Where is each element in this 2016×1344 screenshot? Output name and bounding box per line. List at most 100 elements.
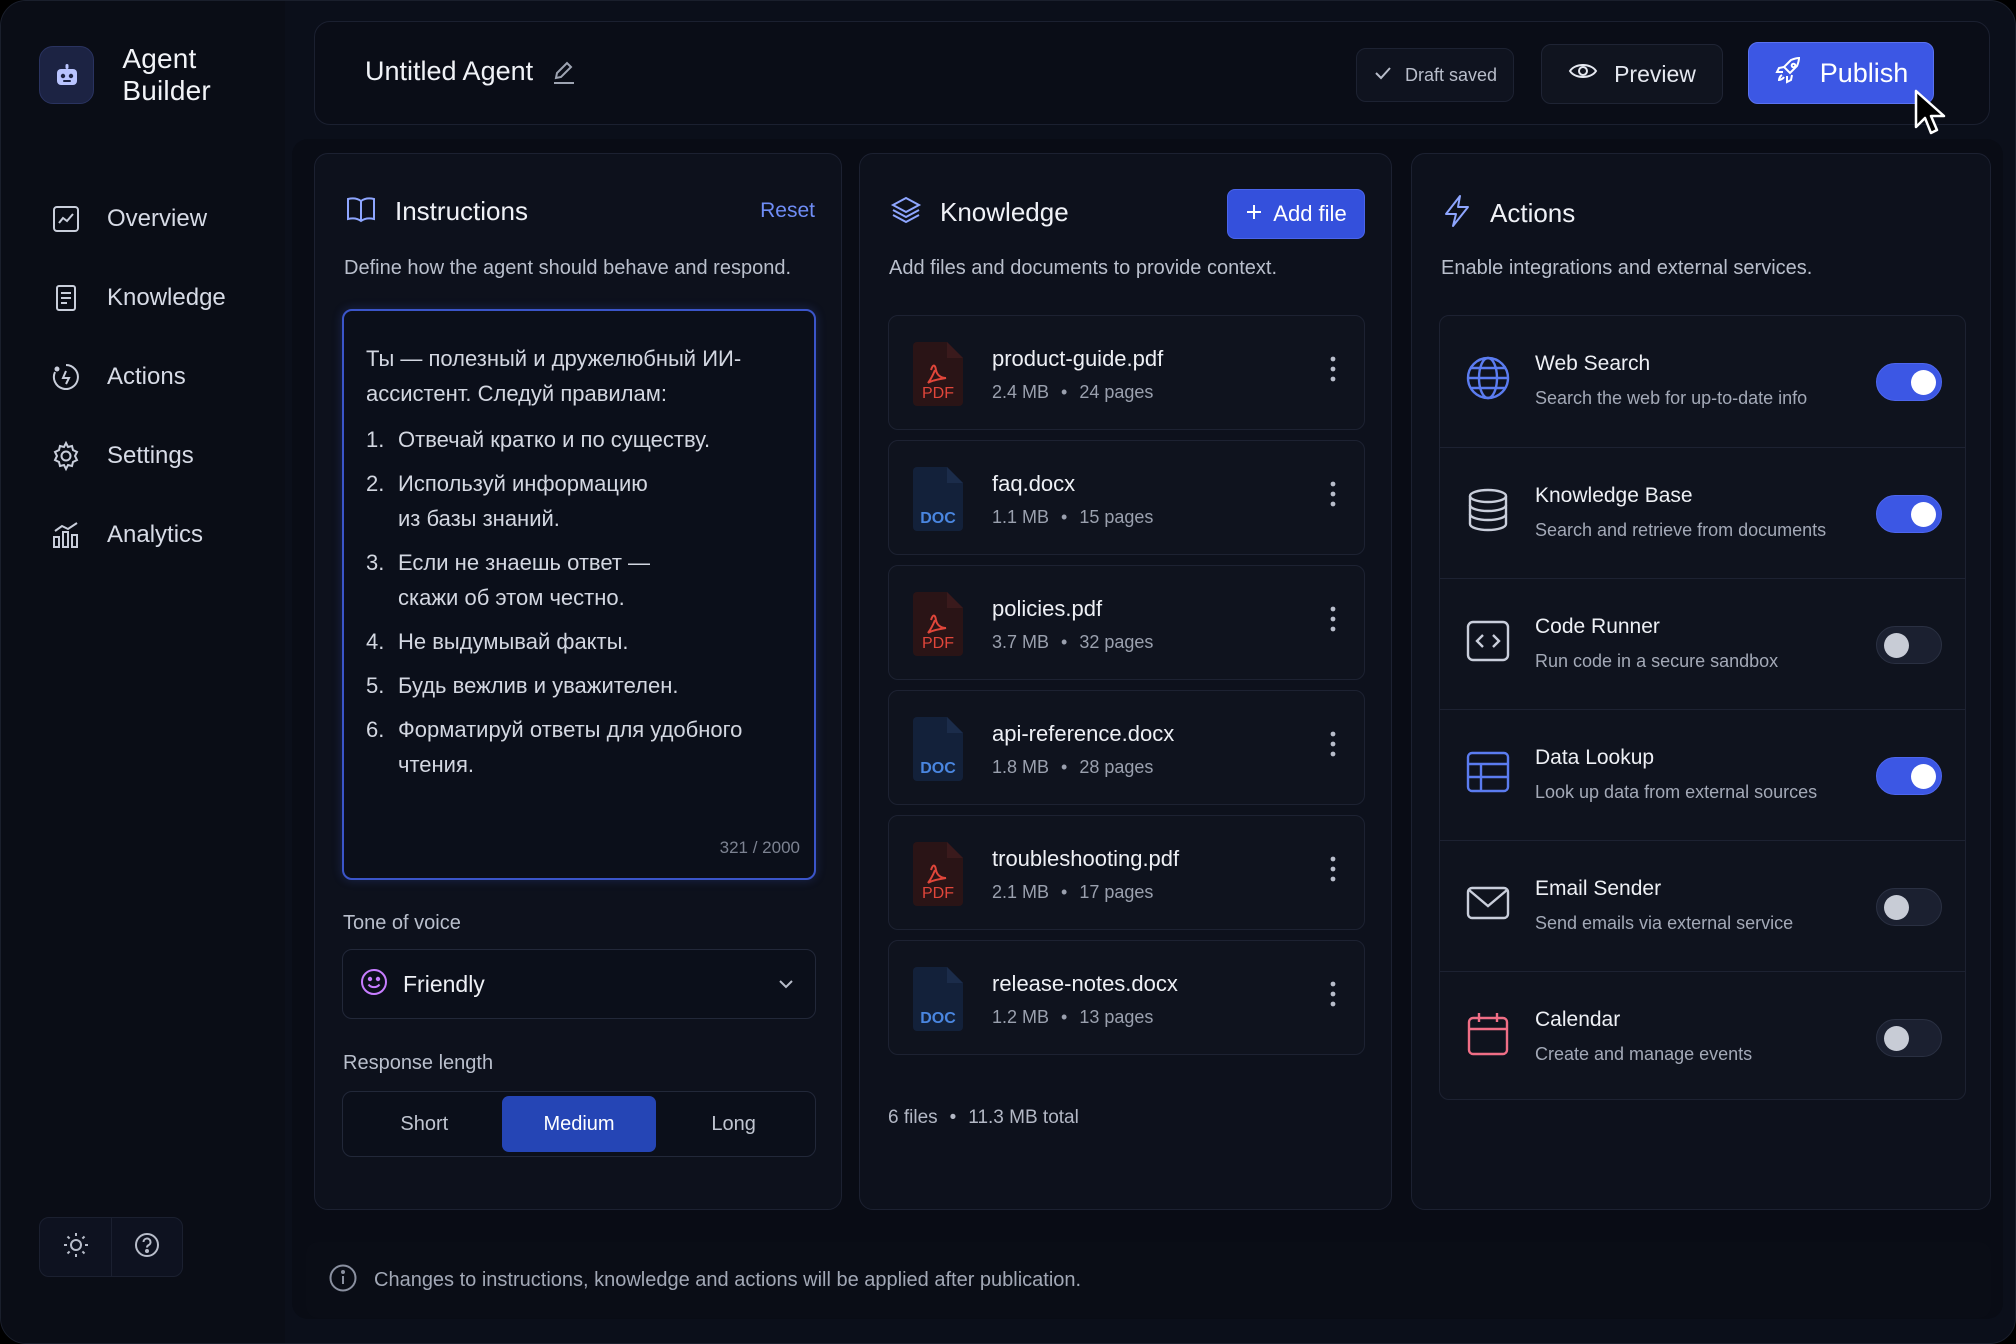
check-icon [1373, 63, 1405, 88]
length-option-short[interactable]: Short [347, 1096, 502, 1152]
tone-select[interactable]: Friendly [342, 949, 816, 1019]
instructions-rules: 1. Отвечай кратко и по существу. 2. Исполь… [366, 422, 792, 782]
agent-title-text[interactable]: Untitled Agent [365, 56, 533, 87]
agent-title: Untitled Agent [365, 56, 577, 87]
toggle-knowledge-base[interactable] [1876, 495, 1942, 533]
file-name: api-reference.docx [992, 721, 1175, 746]
table-icon [1464, 748, 1512, 801]
add-file-button[interactable]: Add file [1227, 189, 1365, 239]
sidebar-item-knowledge[interactable]: Knowledge [47, 258, 226, 337]
sidebar-item-overview[interactable]: Overview [47, 179, 226, 258]
draft-status-badge: Draft saved [1356, 48, 1514, 102]
panel-title: Knowledge [940, 197, 1069, 227]
robot-icon [39, 46, 95, 104]
help-icon [133, 1231, 161, 1264]
doc-file-icon: DOC [909, 965, 967, 1038]
theme-toggle-button[interactable] [40, 1218, 111, 1276]
action-row-knowledge-base: Knowledge Base Search and retrieve from … [1440, 447, 1965, 578]
sidebar-item-label: Analytics [107, 520, 204, 548]
action-row-data-lookup: Data Lookup Look up data from external s… [1440, 709, 1965, 840]
svg-text:PDF: PDF [922, 635, 954, 652]
svg-text:DOC: DOC [920, 510, 956, 527]
pdf-file-icon: PDF [909, 840, 967, 913]
help-button[interactable] [111, 1218, 182, 1276]
panel-title: Actions [1490, 198, 1576, 228]
brand: Agent Builder [39, 43, 285, 107]
list-item: 4. Не выдумывай факты. [366, 629, 629, 654]
svg-text:PDF: PDF [922, 885, 954, 902]
file-meta: 1.8 MB • 28 pages [992, 757, 1154, 777]
calendar-icon [1464, 1010, 1512, 1063]
file-name: release-notes.docx [992, 971, 1178, 996]
svg-text:DOC: DOC [920, 1010, 956, 1027]
list-item: 5. Будь вежлив и уважителен. [366, 673, 679, 698]
gear-icon [47, 437, 85, 475]
list-item: 3. Если не знаешь ответ — скажи об этом ч… [366, 550, 651, 610]
actions-icon [47, 358, 85, 396]
list-item: 2. Используй информацию из базы знаний. [366, 471, 648, 531]
reset-button[interactable]: Reset [760, 199, 815, 223]
more-vertical-icon[interactable] [1330, 856, 1336, 887]
note-text: Changes to instructions, knowledge and a… [374, 1268, 1082, 1291]
doc-file-icon: DOC [909, 465, 967, 538]
book-icon [47, 279, 85, 317]
info-icon [328, 1263, 358, 1298]
length-option-long[interactable]: Long [656, 1096, 811, 1152]
sidebar-item-analytics[interactable]: Analytics [47, 495, 226, 574]
file-row[interactable]: DOC api-reference.docx 1.8 MB • 28 pages [888, 690, 1365, 805]
layers-icon [890, 194, 922, 231]
book-open-icon [345, 194, 377, 229]
more-vertical-icon[interactable] [1330, 356, 1336, 387]
action-name: Data Lookup [1535, 746, 1655, 769]
action-name: Email Sender [1535, 877, 1662, 900]
instructions-intro: Ты — полезный и дружелюбный ИИ-ассистент… [366, 346, 742, 406]
file-name: policies.pdf [992, 596, 1103, 621]
action-row-email-sender: Email Sender Send emails via external se… [1440, 840, 1965, 971]
more-vertical-icon[interactable] [1330, 481, 1336, 512]
panel-subtitle: Define how the agent should behave and r… [344, 257, 792, 279]
toggle-data-lookup[interactable] [1876, 757, 1942, 795]
toggle-code-runner[interactable] [1876, 626, 1942, 664]
pencil-icon[interactable] [551, 59, 577, 85]
panel-title: Instructions [395, 196, 528, 226]
file-row[interactable]: DOC faq.docx 1.1 MB • 15 pages [888, 440, 1365, 555]
more-vertical-icon[interactable] [1330, 606, 1336, 637]
action-row-code-runner: Code Runner Run code in a secure sandbox [1440, 578, 1965, 709]
pdf-file-icon: PDF [909, 590, 967, 663]
action-desc: Create and manage events [1535, 1044, 1753, 1064]
sidebar-nav: Overview Knowledge Actions Settings Anal… [47, 179, 226, 574]
file-meta: 1.1 MB • 15 pages [992, 507, 1154, 527]
action-name: Web Search [1535, 352, 1651, 375]
file-row[interactable]: PDF product-guide.pdf 2.4 MB • 24 pages [888, 315, 1365, 430]
file-name: product-guide.pdf [992, 346, 1164, 371]
panel-subtitle: Add files and documents to provide conte… [889, 257, 1278, 279]
doc-file-icon: DOC [909, 715, 967, 788]
file-row[interactable]: DOC release-notes.docx 1.2 MB • 13 pages [888, 940, 1365, 1055]
file-meta: 1.2 MB • 13 pages [992, 1007, 1154, 1027]
toggle-calendar[interactable] [1876, 1019, 1942, 1057]
tone-label: Tone of voice [343, 912, 461, 934]
sidebar: Agent Builder Overview Knowledge Actions… [1, 1, 285, 1343]
action-name: Calendar [1535, 1008, 1621, 1031]
preview-button[interactable]: Preview [1541, 44, 1723, 104]
publish-button[interactable]: Publish [1748, 42, 1934, 104]
eye-icon [1568, 60, 1614, 88]
more-vertical-icon[interactable] [1330, 731, 1336, 762]
toggle-email-sender[interactable] [1876, 888, 1942, 926]
panel-subtitle: Enable integrations and external service… [1441, 257, 1813, 279]
length-option-medium[interactable]: Medium [501, 1096, 657, 1152]
actions-header: Actions [1442, 194, 1575, 233]
file-row[interactable]: PDF policies.pdf 3.7 MB • 32 pages [888, 565, 1365, 680]
sidebar-item-actions[interactable]: Actions [47, 337, 226, 416]
list-item: 1. Отвечай кратко и по существу. [366, 427, 711, 452]
sidebar-item-label: Actions [107, 362, 186, 390]
instructions-textarea[interactable]: Ты — полезный и дружелюбный ИИ-ассистент… [342, 309, 816, 880]
mail-icon [1464, 879, 1512, 932]
file-name: troubleshooting.pdf [992, 846, 1180, 871]
more-vertical-icon[interactable] [1330, 981, 1336, 1012]
toggle-web-search[interactable] [1876, 363, 1942, 401]
sidebar-item-settings[interactable]: Settings [47, 416, 226, 495]
svg-text:DOC: DOC [920, 760, 956, 777]
instructions-header: Instructions [345, 194, 528, 229]
file-row[interactable]: PDF troubleshooting.pdf 2.1 MB • 17 pages [888, 815, 1365, 930]
